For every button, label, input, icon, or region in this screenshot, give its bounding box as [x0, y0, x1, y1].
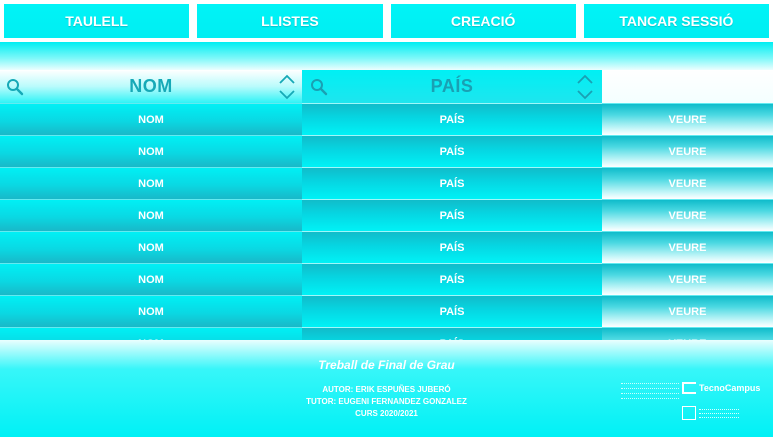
table-row: NOM PAÍS VEURE [0, 231, 773, 263]
view-button[interactable]: VEURE [602, 231, 773, 263]
table-row: NOM PAÍS VEURE [0, 167, 773, 199]
view-button[interactable]: VEURE [602, 167, 773, 199]
results-table: NOM PAÍS NOM PAÍS VEURE NOM PAÍS VEURE N… [0, 70, 773, 340]
name-cell: NOM [0, 199, 302, 231]
table-row: NOM PAÍS VEURE [0, 199, 773, 231]
view-button[interactable]: VEURE [602, 327, 773, 340]
name-cell: NOM [0, 231, 302, 263]
table-row: NOM PAÍS VEURE [0, 327, 773, 340]
tecnocampus-logo-text: TecnoCampus [699, 383, 761, 393]
header-band [0, 42, 773, 72]
country-column-header: PAÍS [302, 70, 602, 103]
name-column-header: NOM [0, 70, 302, 103]
footer-course: CURS 2020/2021 [355, 409, 418, 418]
tecnocampus-logo: TecnoCampus [682, 382, 760, 394]
top-nav: TAULELL LLISTES CREACIÓ TANCAR SESSIÓ [0, 0, 773, 42]
tecnocampus-logo-icon [682, 382, 696, 394]
footer-address-block [621, 381, 679, 401]
country-cell: PAÍS [302, 263, 602, 295]
name-header-label: NOM [129, 76, 173, 96]
table-row: NOM PAÍS VEURE [0, 135, 773, 167]
country-cell: PAÍS [302, 199, 602, 231]
view-button[interactable]: VEURE [602, 135, 773, 167]
footer: Treball de Final de Grau AUTOR: ERIK ESP… [0, 340, 773, 437]
university-seal-caption [699, 408, 739, 418]
country-cell: PAÍS [302, 167, 602, 199]
table-row: NOM PAÍS VEURE [0, 103, 773, 135]
nav-tancar-sessio-button[interactable]: TANCAR SESSIÓ [581, 2, 771, 40]
country-cell: PAÍS [302, 135, 602, 167]
country-cell: PAÍS [302, 231, 602, 263]
name-cell: NOM [0, 103, 302, 135]
country-cell: PAÍS [302, 295, 602, 327]
footer-title: Treball de Final de Grau [318, 358, 455, 372]
country-header-label: PAÍS [430, 76, 474, 96]
name-cell: NOM [0, 167, 302, 199]
sort-icon[interactable] [576, 73, 594, 101]
view-button[interactable]: VEURE [602, 295, 773, 327]
university-seal-icon [682, 406, 696, 420]
search-icon[interactable] [310, 78, 328, 96]
nav-creacio-button[interactable]: CREACIÓ [388, 2, 578, 40]
name-cell: NOM [0, 263, 302, 295]
nav-taulell-button[interactable]: TAULELL [2, 2, 192, 40]
nav-llistes-button[interactable]: LLISTES [195, 2, 385, 40]
view-button[interactable]: VEURE [602, 103, 773, 135]
table-row: NOM PAÍS VEURE [0, 295, 773, 327]
country-cell: PAÍS [302, 103, 602, 135]
country-cell: PAÍS [302, 327, 602, 340]
sort-icon[interactable] [278, 73, 296, 101]
table-row: NOM PAÍS VEURE [0, 263, 773, 295]
action-column-header [602, 70, 773, 103]
name-cell: NOM [0, 295, 302, 327]
view-button[interactable]: VEURE [602, 263, 773, 295]
search-icon[interactable] [6, 78, 24, 96]
name-cell: NOM [0, 135, 302, 167]
view-button[interactable]: VEURE [602, 199, 773, 231]
name-cell: NOM [0, 327, 302, 340]
table-header: NOM PAÍS [0, 70, 773, 103]
